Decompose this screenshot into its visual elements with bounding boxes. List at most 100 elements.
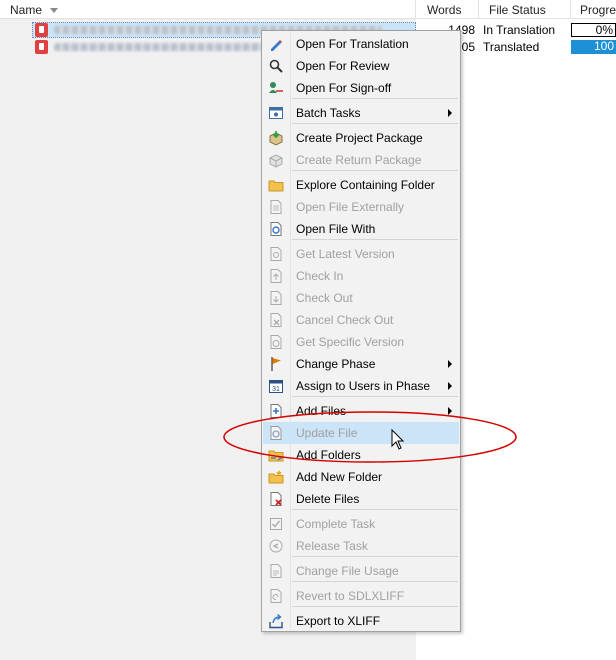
check-in-icon: [270, 269, 282, 283]
menu-separator: [292, 123, 458, 124]
menu-item-label: Change Phase: [296, 357, 376, 371]
menu-item-label: Update File: [296, 426, 358, 440]
menu-item-label: Open File With: [296, 222, 376, 236]
menu-item-get-specific-version: Get Specific Version: [263, 331, 459, 353]
new-folder-icon: [268, 470, 284, 484]
menu-item-label: Get Specific Version: [296, 335, 405, 349]
menu-item-explore-containing-folder[interactable]: Explore Containing Folder: [263, 174, 459, 196]
menu-separator: [292, 239, 458, 240]
menu-item-release-task: Release Task: [263, 535, 459, 557]
blurred-filename: [54, 43, 274, 51]
menu-item-label: Add Files: [296, 404, 347, 418]
menu-item-label: Add Folders: [296, 448, 361, 462]
submenu-arrow-icon: [448, 109, 452, 117]
progress-cell: 100: [571, 40, 616, 54]
column-progress-header[interactable]: Progre: [571, 0, 616, 18]
submenu-arrow-icon: [448, 360, 452, 368]
menu-item-label: Open For Sign-off: [296, 81, 392, 95]
submenu-arrow-icon: [448, 407, 452, 415]
open-with-icon: [270, 222, 282, 236]
flag-icon: [271, 357, 281, 371]
menu-separator: [292, 170, 458, 171]
menu-item-open-for-sign-off[interactable]: Open For Sign-off: [263, 77, 459, 99]
column-header: Name Words File Status Progre: [0, 0, 616, 19]
menu-item-label: Assign to Users in Phase: [296, 379, 431, 393]
column-name-header[interactable]: Name: [0, 0, 416, 18]
menu-item-export-to-xliff[interactable]: Export to XLIFF: [263, 610, 459, 632]
complete-task-icon: [270, 518, 282, 530]
mouse-cursor-icon: [391, 429, 405, 450]
menu-item-create-return-package: Create Return Package: [263, 149, 459, 171]
menu-item-create-project-package[interactable]: Create Project Package: [263, 127, 459, 149]
menu-item-label: Release Task: [296, 539, 368, 553]
file-status-cell: Translated: [483, 40, 540, 54]
menu-separator: [292, 556, 458, 557]
menu-item-label: Open For Translation: [296, 37, 409, 51]
menu-item-label: Revert to SDLXLIFF: [296, 589, 405, 603]
update-file-icon: [270, 426, 282, 440]
file-usage-icon: [270, 564, 282, 578]
menu-separator: [292, 509, 458, 510]
menu-item-revert-to-sdlxliff: Revert to SDLXLIFF: [263, 585, 459, 607]
menu-separator: [292, 98, 458, 99]
menu-item-get-latest-version: Get Latest Version: [263, 243, 459, 265]
calendar-icon: 31: [269, 380, 283, 393]
delete-files-icon: [270, 492, 282, 506]
cancel-check-out-icon: [270, 313, 282, 327]
signoff-icon: [269, 82, 283, 93]
menu-item-label: Cancel Check Out: [296, 313, 394, 327]
release-task-icon: [269, 539, 283, 553]
folder-icon: [268, 180, 284, 192]
menu-item-label: Open For Review: [296, 59, 390, 73]
menu-item-label: Add New Folder: [296, 470, 383, 484]
menu-separator: [292, 581, 458, 582]
document-icon: [270, 200, 282, 214]
menu-item-check-in: Check In: [263, 265, 459, 287]
menu-item-label: Export to XLIFF: [296, 614, 381, 628]
menu-item-open-file-with[interactable]: Open File With: [263, 218, 459, 240]
menu-item-add-folders[interactable]: Add Folders: [263, 444, 459, 466]
sort-arrow-icon[interactable]: [50, 8, 59, 14]
column-file-status-header[interactable]: File Status: [479, 0, 571, 18]
menu-item-label: Check Out: [296, 291, 353, 305]
menu-item-label: Batch Tasks: [296, 106, 361, 120]
submenu-arrow-icon: [448, 382, 452, 390]
menu-item-delete-files[interactable]: Delete Files: [263, 488, 459, 510]
menu-item-assign-to-users-in-phase[interactable]: 31 Assign to Users in Phase: [263, 375, 459, 397]
menu-item-label: Complete Task: [296, 517, 376, 531]
menu-item-label: Check In: [296, 269, 344, 283]
menu-item-open-for-translation[interactable]: Open For Translation: [263, 33, 459, 55]
context-menu: Open For Translation Open For Review Open …: [261, 30, 461, 632]
file-icon: [35, 23, 48, 37]
menu-separator: [292, 606, 458, 607]
revert-icon: [270, 589, 282, 603]
menu-item-change-file-usage: Change File Usage: [263, 560, 459, 582]
menu-item-label: Get Latest Version: [296, 247, 395, 261]
menu-item-batch-tasks[interactable]: Batch Tasks: [263, 102, 459, 124]
menu-item-open-file-externally: Open File Externally: [263, 196, 459, 218]
export-icon: [269, 613, 283, 629]
menu-item-add-new-folder[interactable]: Add New Folder: [263, 466, 459, 488]
menu-item-label: Open File Externally: [296, 200, 405, 214]
specific-version-icon: [270, 335, 282, 349]
menu-item-label: Delete Files: [296, 492, 360, 506]
menu-item-label: Change File Usage: [296, 564, 399, 578]
menu-item-label: Explore Containing Folder: [296, 178, 435, 192]
add-files-icon: [270, 404, 282, 418]
add-folders-icon: [268, 450, 284, 462]
batch-tasks-icon: [269, 107, 283, 119]
menu-item-update-file: Update File: [263, 422, 459, 444]
return-package-icon: [269, 154, 283, 168]
progress-cell: 0%: [571, 23, 616, 37]
menu-item-change-phase[interactable]: Change Phase: [263, 353, 459, 375]
menu-item-check-out: Check Out: [263, 287, 459, 309]
file-icon: [35, 40, 48, 54]
check-out-icon: [270, 291, 282, 305]
package-icon: [269, 131, 283, 146]
column-words-header[interactable]: Words: [416, 0, 479, 18]
magnifier-icon: [269, 59, 283, 73]
svg-text:31: 31: [272, 386, 280, 393]
pencil-icon: [271, 40, 282, 51]
menu-item-open-for-review[interactable]: Open For Review: [263, 55, 459, 77]
menu-item-add-files[interactable]: Add Files: [263, 400, 459, 422]
